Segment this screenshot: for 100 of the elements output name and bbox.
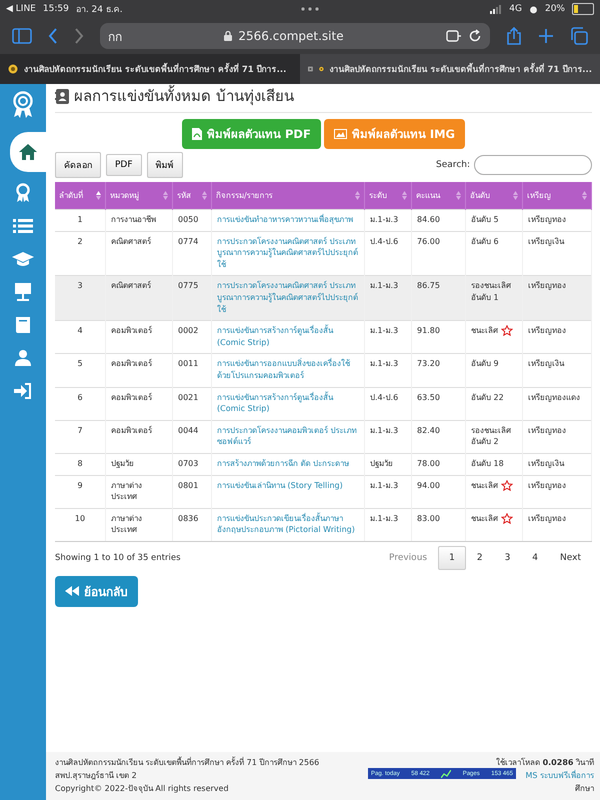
page-title: ผลการแข่งขันทั้งหมด บ้านทุ่งเสียน: [74, 84, 294, 108]
double-left-icon: [65, 586, 79, 596]
image-icon: [334, 129, 347, 139]
sign-in-icon: [13, 382, 33, 400]
table-cell: คอมพิวเตอร์: [106, 387, 172, 420]
table-cell: 5: [55, 354, 106, 388]
tabs-icon[interactable]: [570, 27, 588, 45]
table-cell: 0021: [172, 387, 212, 420]
pagination-button[interactable]: 2: [466, 546, 494, 570]
table-cell: ม.1-ม.3: [364, 320, 412, 354]
activity-link[interactable]: การแข่งขันเล่านิทาน (Story Telling): [217, 480, 359, 492]
column-header[interactable]: หมวดหมู่: [106, 182, 172, 210]
activity-link[interactable]: การแข่งขันการออกแบบสิ่งของเครื่องใช้ด้วยโปรแกรมคอมพิวเตอร์: [217, 358, 359, 382]
export-button[interactable]: พิมพ์: [146, 152, 183, 178]
column-header[interactable]: เหรียญ: [522, 182, 592, 210]
table-cell: 9: [55, 475, 106, 508]
back-app-label[interactable]: ◀ LINE: [6, 4, 36, 14]
sidebar-item[interactable]: [10, 132, 46, 172]
column-header[interactable]: ลำดับที่: [55, 182, 106, 210]
table-info: Showing 1 to 10 of 35 entries: [55, 552, 181, 563]
table-cell: ปฐมวัย: [106, 453, 172, 475]
load-time-text: ใช้เวลาโหลด 0.0286 วินาที: [496, 756, 594, 769]
address-bar[interactable]: กก 2566.compet.site: [100, 23, 490, 49]
powered-link[interactable]: MS ระบบฟรีเพื่อการ: [525, 771, 594, 780]
activity-link[interactable]: การประกวดโครงงานคอมพิวเตอร์ ประเภทซอฟต์แวร์: [217, 424, 359, 448]
activity-link[interactable]: การประกวดโครงงานคณิตศาสตร์ ประเภทบูรณาการความรู้ในคณิตศาสตร์ไปประยุกต์ใช้: [217, 236, 359, 270]
table-cell: 78.00: [412, 453, 466, 475]
table-cell: ม.1-ม.3: [364, 508, 412, 542]
column-header[interactable]: คะแนน: [412, 182, 466, 210]
signal-icon: [490, 4, 502, 14]
back-button[interactable]: ย้อนกลับ: [55, 576, 138, 607]
sidebar-toggle-icon[interactable]: [12, 28, 32, 44]
close-icon[interactable]: [308, 64, 313, 74]
battery-icon: [572, 3, 594, 15]
table-cell: ม.1-ม.3: [364, 210, 412, 232]
activity-link[interactable]: การสร้างภาพด้วยการฉีก ตัด ปะกระดาษ: [217, 458, 359, 470]
table-cell: เหรียญทอง: [522, 320, 592, 354]
table-cell: เหรียญทอง: [522, 508, 592, 542]
trend-line-icon: [441, 770, 452, 778]
battery-percent: 20%: [544, 4, 565, 14]
footer-text: Copyright© 2022-ปัจจุบัน All rights reserved: [55, 783, 230, 795]
print-button[interactable]: พิมพ์ผลตัวแทน PDF: [182, 119, 321, 149]
table-cell: 0044: [172, 420, 212, 454]
pagination-button[interactable]: Next: [549, 546, 592, 570]
pagination-button[interactable]: 3: [494, 546, 522, 570]
user-icon: [14, 348, 32, 366]
activity-link[interactable]: การแข่งขันทำอาหารคาวหวานเพื่อสุขภาพ: [217, 214, 359, 226]
activity-link[interactable]: การแข่งขันการสร้างการ์ตูนเรื่องสั้น (Comic Strip): [217, 392, 359, 415]
table-cell: 73.20: [412, 354, 466, 388]
list-icon: [13, 218, 33, 234]
table-cell: 0050: [172, 210, 212, 232]
clock-time: 15:59: [42, 4, 69, 14]
table-cell: ป.4-ป.6: [364, 387, 412, 420]
table-cell: 91.80: [412, 320, 466, 354]
table-cell: เหรียญทอง: [522, 420, 592, 454]
date-label: อา. 24 ธ.ค.: [76, 4, 123, 16]
column-header[interactable]: กิจกรรม/รายการ: [212, 182, 364, 210]
activity-link[interactable]: การแข่งขันการสร้างการ์ตูนเรื่องสั้น (Comic Strip): [217, 325, 359, 348]
table-cell: ภาษาต่างประเทศ: [106, 475, 172, 508]
extension-icon[interactable]: [446, 30, 462, 42]
table-cell: เหรียญเงิน: [522, 453, 592, 475]
pagination-button[interactable]: 1: [438, 546, 466, 570]
table-cell: คณิตศาสตร์: [106, 276, 172, 321]
table-cell: การงานอาชีพ: [106, 210, 172, 232]
favicon-icon: [8, 64, 18, 74]
table-cell: ภาษาต่างประเทศ: [106, 508, 172, 542]
browser-tab[interactable]: งานศิลปหัตถกรรมนักเรียน ระดับเขตพื้นที่การศึกษา ครั้งที่ 71 ปีการ...: [300, 54, 600, 84]
export-button[interactable]: คัดลอก: [55, 152, 101, 178]
table-cell: 82.40: [412, 420, 466, 454]
rank-text: ชนะเลิศ: [471, 512, 498, 524]
search-field[interactable]: [474, 155, 592, 175]
table-cell: เหรียญทอง: [522, 210, 592, 232]
table-cell: 84.60: [412, 210, 466, 232]
share-icon[interactable]: [506, 27, 522, 45]
table-cell: ม.1-ม.3: [364, 475, 412, 508]
table-cell: 94.00: [412, 475, 466, 508]
column-header[interactable]: อันดับ: [466, 182, 522, 210]
tab-title: งานศิลปหัตถกรรมนักเรียน ระดับเขตพื้นที่การศึกษา ครั้งที่ 71 ปีการ...: [24, 62, 286, 76]
table-cell: คอมพิวเตอร์: [106, 354, 172, 388]
column-header[interactable]: รหัส: [172, 182, 212, 210]
graduation-cap-icon: [12, 250, 34, 266]
table-cell: เหรียญทอง: [522, 475, 592, 508]
url-text: 2566.compet.site: [238, 29, 344, 43]
pagination-button[interactable]: 4: [521, 546, 550, 570]
table-cell: 10: [55, 508, 106, 542]
footer-text: สพป.สุราษฎร์ธานี เขต 2: [55, 770, 138, 782]
print-button[interactable]: พิมพ์ผลตัวแทน IMG: [324, 119, 465, 149]
rank-text: อันดับ 6: [471, 236, 499, 248]
rank-text: ชนะเลิศ: [471, 480, 498, 492]
rank-text: ชนะเลิศ: [471, 325, 498, 337]
table-cell: 0775: [172, 276, 212, 321]
reload-icon[interactable]: [468, 29, 482, 43]
table-cell: เหรียญเงิน: [522, 354, 592, 388]
table-cell: 0011: [172, 354, 212, 388]
export-button[interactable]: PDF: [106, 154, 142, 176]
rank-text: รองชนะเลิศ อันดับ 1: [471, 280, 512, 304]
plus-icon[interactable]: [538, 28, 554, 44]
column-header[interactable]: ระดับ: [364, 182, 412, 210]
search-label: Search:: [436, 160, 470, 170]
table-cell: 0801: [172, 475, 212, 508]
